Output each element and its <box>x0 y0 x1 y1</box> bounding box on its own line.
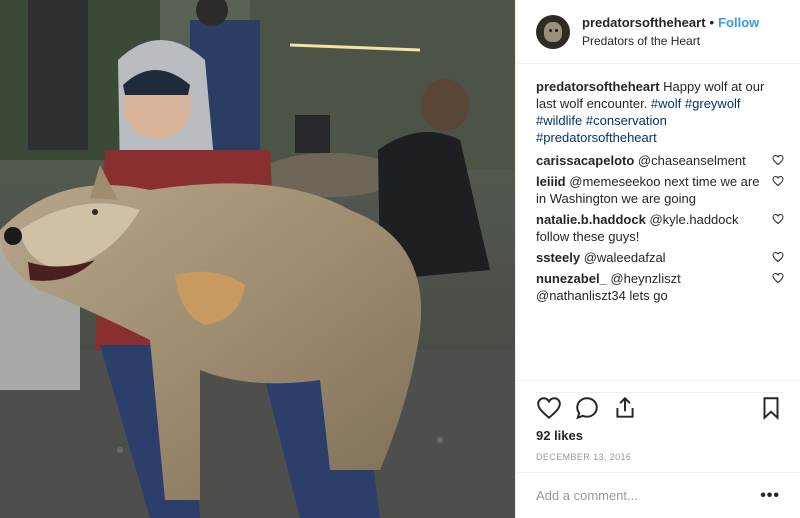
heart-icon[interactable] <box>536 395 562 421</box>
post-date: DECEMBER 13, 2016 <box>536 452 632 462</box>
bookmark-icon[interactable] <box>758 395 784 421</box>
action-bar <box>536 392 784 422</box>
comment-text: @chaseanselment <box>637 153 746 168</box>
post-sidebar: predatorsoftheheart • Follow Predators of … <box>515 0 800 518</box>
more-options-icon[interactable]: ••• <box>760 487 780 505</box>
likes-count[interactable]: 92 likes <box>536 428 583 443</box>
header-text: predatorsoftheheart • Follow Predators of … <box>582 14 759 50</box>
post-photo[interactable] <box>0 0 515 518</box>
hashtag-conservation[interactable]: #conservation <box>586 113 667 128</box>
like-comment-heart-icon[interactable] <box>772 213 784 225</box>
comment-text: @waleedafzal <box>583 250 666 265</box>
separator-dot: • <box>709 14 715 30</box>
comments-list: predatorsoftheheart Happy wolf at our la… <box>536 78 784 308</box>
comment-item: leiiid @memeseekoo next time we are in W… <box>536 173 784 207</box>
post-header: predatorsoftheheart • Follow Predators of … <box>516 0 800 64</box>
add-comment-bar: ••• <box>516 472 800 518</box>
hashtag-wildlife[interactable]: #wildlife <box>536 113 582 128</box>
comment-item: nunezabel_ @heynzliszt @nathanliszt34 le… <box>536 270 784 304</box>
comment-item: natalie.b.haddock @kyle.haddock follow t… <box>536 211 784 245</box>
like-comment-heart-icon[interactable] <box>772 154 784 166</box>
caption: predatorsoftheheart Happy wolf at our la… <box>536 78 784 146</box>
author-username[interactable]: predatorsoftheheart <box>582 15 706 30</box>
follow-button[interactable]: Follow <box>718 15 759 30</box>
comment-username[interactable]: nunezabel_ <box>536 271 607 286</box>
comment-username[interactable]: leiiid <box>536 174 566 189</box>
hashtag-predatorsoftheheart[interactable]: #predatorsoftheheart <box>536 130 657 145</box>
comment-username[interactable]: natalie.b.haddock <box>536 212 646 227</box>
avatar[interactable] <box>536 14 570 49</box>
like-comment-heart-icon[interactable] <box>772 272 784 284</box>
comment-item: ssteely @waleedafzal <box>536 249 784 266</box>
share-icon[interactable] <box>612 395 638 421</box>
caption-username[interactable]: predatorsoftheheart <box>536 79 660 94</box>
wolf-photo <box>0 0 515 518</box>
comment-icon[interactable] <box>574 395 600 421</box>
location-link[interactable]: Predators of the Heart <box>582 32 759 50</box>
hashtag-greywolf[interactable]: #greywolf <box>685 96 741 111</box>
like-comment-heart-icon[interactable] <box>772 251 784 263</box>
hashtag-wolf[interactable]: #wolf <box>651 96 681 111</box>
comment-username[interactable]: ssteely <box>536 250 580 265</box>
like-comment-heart-icon[interactable] <box>772 175 784 187</box>
comment-text: @memeseekoo next time we are in Washingt… <box>536 174 760 206</box>
actions-divider <box>516 380 800 381</box>
comment-item: carissacapeloto @chaseanselment <box>536 152 784 169</box>
instagram-post: predatorsoftheheart • Follow Predators of … <box>0 0 800 518</box>
comment-username[interactable]: carissacapeloto <box>536 153 634 168</box>
comment-input[interactable] <box>536 488 761 503</box>
